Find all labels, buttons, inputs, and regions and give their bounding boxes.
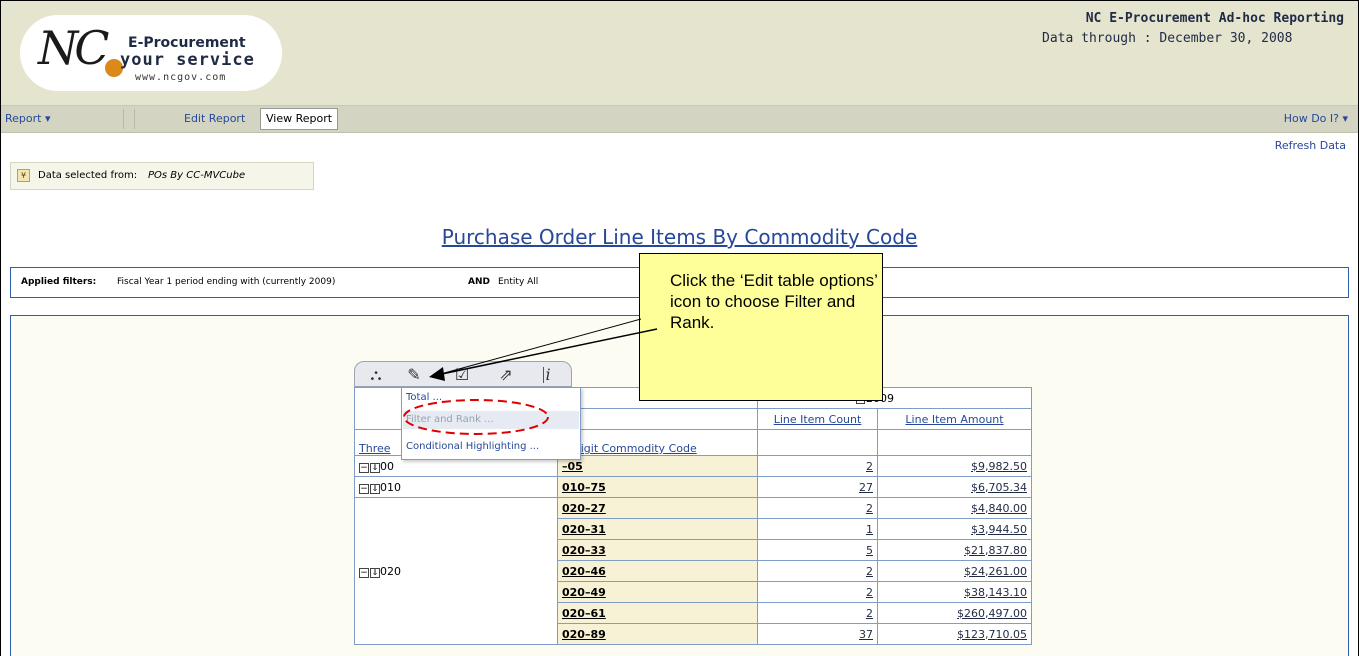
blank-header [877,429,1032,456]
main-toolbar: Report ▾ Edit Report View Report How Do … [1,105,1358,133]
drill-down-icon[interactable]: ⇓ [370,567,380,578]
export-icon[interactable]: ⇗ [495,365,517,385]
group-cell-010: − ⇓ 010 [354,476,558,498]
amount-cell: $4,840.00 [877,497,1032,519]
report-menu[interactable]: Report ▾ [5,112,50,125]
amount-cell: $6,705.34 [877,476,1032,498]
collapse-icon[interactable]: − [359,567,369,578]
count-cell: 1 [757,518,878,540]
data-source-value: POs By CC-MVCube [148,170,246,181]
instruction-callout: Click the ‘Edit table options’ icon to c… [639,253,883,401]
blank-header [757,429,878,456]
count-cell: 2 [757,560,878,582]
refresh-data-link[interactable]: Refresh Data [1275,139,1346,152]
amount-cell: $123,710.05 [877,623,1032,645]
commodity-code-cell: –05 [557,455,758,477]
group-cell-020: − ⇓ 020 [354,497,558,645]
commodity-code-cell: 020–61 [557,602,758,624]
commodity-code-cell: 020–31 [557,518,758,540]
count-cell: 2 [757,581,878,603]
amount-cell: $260,497.00 [877,602,1032,624]
logo-nc-mark: NC [38,21,109,75]
blank-header [557,408,758,430]
count-cell: 2 [757,602,878,624]
logo-line1: E-Procurement [128,35,246,51]
collapse-icon[interactable]: − [359,483,369,494]
edit-report-tab[interactable]: Edit Report [184,112,245,125]
count-cell: 37 [757,623,878,645]
menu-item-conditional-highlighting[interactable]: Conditional Highlighting ... [406,441,539,452]
logo-line2: your service [120,50,255,70]
filters-entity: Entity All [498,277,539,287]
view-report-tab[interactable]: View Report [260,108,339,130]
count-cell: 2 [757,497,878,519]
five-digit-header: e Digit Commodity Code [557,429,758,456]
commodity-code-cell: 020–49 [557,581,758,603]
report-title-text[interactable]: Purchase Order Line Items By Commodity C… [442,225,918,249]
filters-label: Applied filters: [21,277,97,287]
toolbar-divider [123,109,135,129]
amount-cell: $9,982.50 [877,455,1032,477]
drill-down-icon[interactable]: ⇓ [370,483,380,494]
filters-fiscal-year: Fiscal Year 1 period ending with (curren… [117,277,336,287]
filters-and: AND [468,277,490,287]
table-row: − ⇓ 020 020–27 2 $4,840.00 [354,497,1032,645]
collapse-icon[interactable]: − [359,462,369,473]
highlight-ellipse [403,399,549,435]
app-title: NC E-Procurement Ad-hoc Reporting [1085,11,1344,26]
commodity-code-cell: 020–46 [557,560,758,582]
line-item-count-header: Line Item Count [757,408,878,430]
report-title: Purchase Order Line Items By Commodity C… [1,225,1358,249]
info-icon[interactable]: i [537,365,559,385]
amount-cell: $21,837.80 [877,539,1032,561]
amount-cell: $38,143.10 [877,581,1032,603]
commodity-code-cell: 020–33 [557,539,758,561]
commodity-code-cell: 010–75 [557,476,758,498]
header: NC E-Procurement your service www.ncgov.… [1,1,1358,105]
checklist-icon[interactable]: ☑ [451,365,473,385]
chart-icon[interactable]: ⛬ [365,365,387,385]
data-through: Data through : December 30, 2008 [1042,31,1293,46]
table-row: − ⇓ 010 010–75 27 $6,705.34 [354,476,1032,498]
count-cell: 27 [757,476,878,498]
drill-down-icon[interactable]: ⇓ [370,462,380,473]
count-cell: 2 [757,455,878,477]
edit-table-options-icon[interactable]: ✎ [403,365,425,385]
data-source-label: Data selected from: [38,170,138,181]
how-do-i-menu[interactable]: How Do I? ▾ [1284,112,1348,125]
amount-cell: $24,261.00 [877,560,1032,582]
commodity-code-cell: 020–89 [557,623,758,645]
commodity-code-cell: 020–27 [557,497,758,519]
amount-cell: $3,944.50 [877,518,1032,540]
logo: NC E-Procurement your service www.ncgov.… [20,15,282,91]
app-window: NC E-Procurement your service www.ncgov.… [0,0,1359,656]
expand-chevron-icon[interactable]: ¥ [17,169,30,182]
data-source-box: ¥ Data selected from: POs By CC-MVCube [10,162,314,190]
line-item-amount-header: Line Item Amount [877,408,1032,430]
table-toolbar: ⛬ ✎ ☑ ⇗ i [354,361,572,387]
logo-line3: www.ncgov.com [135,72,227,83]
count-cell: 5 [757,539,878,561]
